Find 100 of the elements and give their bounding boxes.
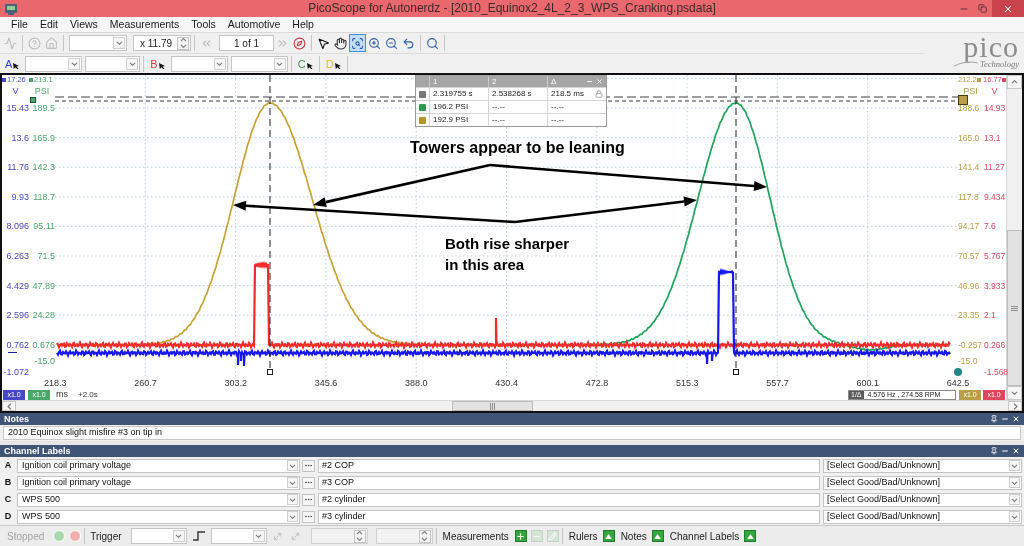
probe-field[interactable]: WPS 500	[17, 509, 300, 524]
scroll-left-button[interactable]	[2, 401, 16, 411]
lock-icon[interactable]	[595, 90, 603, 98]
cursor-line[interactable]	[269, 75, 271, 370]
table-cell: 218.5 ms	[551, 88, 584, 100]
close-icon[interactable]	[1012, 447, 1020, 455]
spin-control[interactable]	[177, 36, 189, 50]
status-dropdown[interactable]: [Select Good/Bad/Unknown]	[823, 475, 1022, 490]
axis-tick-label: 600.1	[856, 378, 880, 389]
label-field[interactable]: #2 COP	[318, 458, 820, 473]
more-button[interactable]	[302, 493, 315, 506]
dropdown-button[interactable]	[213, 57, 226, 70]
panel-toggle-button[interactable]	[651, 530, 664, 542]
spin-control[interactable]	[418, 529, 431, 543]
home-icon	[45, 36, 58, 50]
zoom-field[interactable]: x 11.79	[133, 35, 191, 51]
menu-item[interactable]: Measurements	[103, 17, 186, 32]
more-button[interactable]	[302, 459, 315, 472]
panel-toggle-button[interactable]	[744, 530, 757, 542]
minimize-icon[interactable]	[1001, 447, 1009, 455]
dropdown-button[interactable]	[126, 57, 139, 70]
toolbar-button[interactable]	[291, 34, 308, 52]
dropdown-button[interactable]	[273, 57, 286, 70]
dropdown-button[interactable]	[252, 530, 265, 542]
dropdown-button[interactable]	[1009, 494, 1020, 505]
cursor-line[interactable]	[735, 75, 737, 370]
more-button[interactable]	[302, 510, 315, 523]
measurement-button[interactable]	[514, 530, 527, 542]
toolbar-label: Measurements	[442, 529, 509, 544]
cursor-handle[interactable]	[267, 369, 273, 375]
dropdown-field[interactable]	[210, 528, 267, 544]
menu-item[interactable]: File	[5, 17, 34, 32]
probe-field[interactable]: Ignition coil primary voltage	[17, 458, 300, 473]
ruler-handle[interactable]	[30, 97, 36, 103]
label-field[interactable]: #3 COP	[318, 475, 820, 490]
minimize-icon[interactable]	[1001, 415, 1009, 423]
axis-tick-label: 0.676	[32, 338, 55, 351]
spin-field[interactable]	[375, 528, 433, 544]
menu-item[interactable]: Tools	[185, 17, 222, 32]
minimize-icon[interactable]	[586, 78, 593, 85]
dropdown-field[interactable]	[69, 35, 127, 51]
menu-item[interactable]: Edit	[33, 17, 64, 32]
menu-item[interactable]: Views	[64, 17, 104, 32]
menu-item[interactable]: Automotive	[221, 17, 287, 32]
horizontal-scrollbar[interactable]	[2, 400, 1022, 411]
dropdown-button[interactable]	[172, 530, 185, 542]
close-icon[interactable]	[1012, 415, 1020, 423]
tool-button[interactable]	[332, 34, 349, 52]
scroll-right-button[interactable]	[1008, 401, 1022, 411]
label-field[interactable]: #2 cylinder	[318, 492, 820, 507]
label-field[interactable]: #3 cylinder	[318, 509, 820, 524]
dropdown-field[interactable]	[25, 55, 83, 72]
channel-button[interactable]: B	[147, 55, 168, 72]
panel-toggle-button[interactable]	[602, 530, 615, 542]
annotation-text: Towers appear to be leaning	[410, 139, 625, 157]
dropdown-button[interactable]	[287, 460, 298, 471]
dropdown-button[interactable]	[1009, 511, 1020, 522]
dropdown-button[interactable]	[287, 511, 298, 522]
close-button[interactable]	[992, 0, 1024, 17]
spin-control[interactable]	[353, 529, 366, 543]
axis-tick-label: 345.6	[314, 378, 338, 389]
trigger-button[interactable]	[191, 529, 206, 543]
dropdown-button[interactable]	[1009, 477, 1020, 488]
chevron-down-icon	[1011, 463, 1018, 468]
status-dropdown[interactable]: [Select Good/Bad/Unknown]	[823, 458, 1022, 473]
scroll-up-button[interactable]	[1007, 75, 1022, 89]
probe-field[interactable]: Ignition coil primary voltage	[17, 475, 300, 490]
pin-icon[interactable]	[990, 415, 998, 423]
dropdown-button[interactable]	[113, 37, 125, 49]
scrollbar-thumb[interactable]	[1007, 230, 1022, 386]
chevron-down-icon	[276, 61, 284, 66]
status-dropdown[interactable]: [Select Good/Bad/Unknown]	[823, 509, 1022, 524]
axis-unit-label: PSI	[34, 85, 50, 97]
scroll-down-button[interactable]	[1007, 386, 1022, 400]
probe-field[interactable]: WPS 500	[17, 492, 300, 507]
axis-tick-label: 218.3	[43, 378, 67, 389]
ruler-handle[interactable]	[958, 95, 968, 105]
vertical-scrollbar[interactable]	[1006, 75, 1022, 400]
spin-field[interactable]	[310, 528, 368, 544]
dropdown-field[interactable]	[170, 55, 228, 72]
menu-item[interactable]: Help	[286, 17, 320, 32]
buffer-field[interactable]: 1 of 1	[219, 35, 274, 51]
dropdown-button[interactable]	[1009, 460, 1020, 471]
dropdown-field[interactable]	[130, 528, 187, 544]
chevron-down-icon	[1011, 391, 1018, 395]
axis-tick-label: 189.5	[32, 102, 55, 114]
dropdown-button[interactable]	[287, 477, 298, 488]
dropdown-field[interactable]	[230, 55, 288, 72]
more-button[interactable]	[302, 476, 315, 489]
hand-icon	[334, 36, 347, 50]
dropdown-button[interactable]	[287, 494, 298, 505]
status-dropdown[interactable]: [Select Good/Bad/Unknown]	[823, 492, 1022, 507]
axis-tick-label: 13.6	[11, 131, 29, 144]
notes-field[interactable]: 2010 Equinox slight misfire #3 on tip in	[3, 426, 1021, 440]
dropdown-field[interactable]	[85, 55, 141, 72]
channel-button[interactable]: A	[2, 55, 23, 72]
dropdown-button[interactable]	[68, 57, 81, 70]
scrollbar-thumb[interactable]	[452, 401, 533, 411]
cursor-handle[interactable]	[733, 369, 739, 375]
pin-icon[interactable]	[990, 447, 998, 455]
